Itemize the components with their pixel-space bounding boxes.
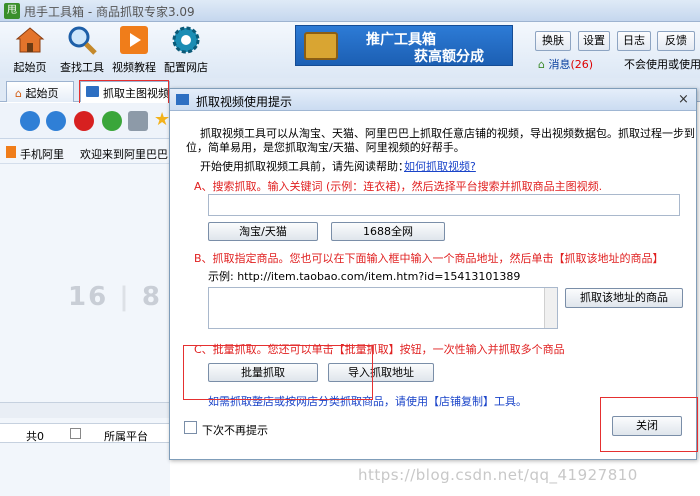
refresh-icon[interactable]: [102, 111, 122, 131]
sub-toolbar: ★: [0, 103, 170, 139]
configure-shop-button[interactable]: 配置网店: [161, 24, 211, 76]
select-all-checkbox[interactable]: [70, 428, 81, 439]
forward-icon[interactable]: [46, 111, 66, 131]
play-icon: [120, 26, 148, 54]
fetch-url-button[interactable]: 抓取该地址的商品: [565, 288, 683, 308]
date-left: 16: [68, 282, 109, 312]
find-tools-button[interactable]: 查找工具: [57, 24, 107, 76]
promo-banner[interactable]: 推广工具箱 获高额分成: [295, 25, 513, 66]
highlight-box-tab: [79, 80, 169, 104]
gear-icon: [172, 26, 200, 54]
banner-line-2: 获高额分成: [414, 49, 484, 65]
main-toolbar: 起始页 查找工具 视频教程 配置网店 推广工具箱 获高额分成 换肤 设置 日志 …: [0, 22, 700, 78]
help-note[interactable]: 不会使用或使用: [624, 56, 700, 72]
platform-header: 所属平台: [104, 430, 148, 443]
watermark: https://blog.csdn.net/qq_41927810: [358, 466, 638, 484]
dialog-close-icon[interactable]: ×: [678, 92, 689, 107]
no-show-label: 下次不再提示: [202, 424, 268, 437]
window-title: 甩手工具箱 - 商品抓取专家3.09: [24, 5, 195, 19]
home-button-label: 起始页: [13, 61, 47, 74]
date-separator: |: [119, 282, 131, 312]
url-input[interactable]: [208, 287, 558, 329]
phone-icon: [6, 146, 16, 158]
messages-label: 消息: [548, 58, 571, 71]
section-b-text: B、抓取指定商品。您也可以在下面输入框中输入一个商品地址，然后单击【抓取该地址的…: [194, 252, 664, 265]
treasure-chest-icon: [304, 32, 338, 60]
highlight-box-batch: [183, 345, 373, 400]
app-logo: 甩: [4, 3, 20, 19]
1688-button[interactable]: 1688全网: [331, 222, 445, 241]
film-icon: [176, 94, 189, 105]
tab-start-page-label: 起始页: [25, 87, 59, 100]
configure-shop-button-label: 配置网店: [164, 61, 208, 74]
home-button[interactable]: 起始页: [5, 24, 55, 76]
url-input-scrollbar[interactable]: [544, 288, 557, 328]
tab-start-page[interactable]: ⌂ 起始页: [6, 81, 74, 102]
mobile-alibaba-link[interactable]: 手机阿里: [20, 146, 64, 162]
tools-icon[interactable]: [128, 111, 148, 131]
message-icon: ⌂: [538, 58, 545, 71]
skin-button[interactable]: 换肤: [535, 31, 571, 51]
messages-count: (26): [570, 58, 594, 71]
highlight-box-close: [600, 397, 698, 452]
example-text: 示例: http://item.taobao.com/item.htm?id=1…: [208, 270, 521, 283]
find-tools-button-label: 查找工具: [60, 61, 104, 74]
star-icon[interactable]: ★: [154, 109, 170, 130]
count-label: 共0: [26, 430, 44, 443]
horizontal-scrollbar[interactable]: [0, 402, 170, 418]
back-icon[interactable]: [20, 111, 40, 131]
section-a-text: A、搜索抓取。输入关键词 (示例：连衣裙)，然后选择平台搜索并抓取商品主图视频.: [194, 180, 603, 193]
date-right: 8: [141, 282, 162, 312]
taobao-tmall-button[interactable]: 淘宝/天猫: [208, 222, 318, 241]
home-icon: [15, 27, 45, 53]
home-tab-icon: ⌂: [15, 87, 22, 100]
feedback-button[interactable]: 反馈: [657, 31, 695, 51]
messages-link[interactable]: ⌂ 消息(26): [538, 56, 593, 72]
log-button[interactable]: 日志: [617, 31, 651, 51]
help-link[interactable]: 如何抓取视频?: [404, 158, 476, 174]
shop-row: 手机阿里 欢迎来到阿里巴巴: [0, 142, 170, 164]
keyword-input[interactable]: [208, 194, 680, 216]
magnifier-icon: [68, 26, 97, 55]
welcome-text: 欢迎来到阿里巴巴: [80, 148, 168, 161]
title-bar: 甩 甩手工具箱 - 商品抓取专家3.09: [0, 0, 700, 22]
intro-line-2: 位，简单易用，是您抓取淘宝/天猫、阿里视频的好帮手。: [186, 141, 465, 154]
help-prefix: 开始使用抓取视频工具前，请先阅读帮助：: [200, 160, 409, 173]
video-tutorial-button[interactable]: 视频教程: [109, 24, 159, 76]
dialog-title-bar: 抓取视频使用提示 ×: [170, 89, 696, 111]
dialog-title: 抓取视频使用提示: [196, 95, 293, 109]
settings-button[interactable]: 设置: [578, 31, 610, 51]
no-show-checkbox[interactable]: [184, 421, 197, 434]
video-tutorial-button-label: 视频教程: [112, 61, 156, 74]
list-header-row: 共0 所属平台: [0, 423, 170, 443]
stop-icon[interactable]: [74, 111, 94, 131]
date-display: 16 | 8: [68, 282, 162, 312]
